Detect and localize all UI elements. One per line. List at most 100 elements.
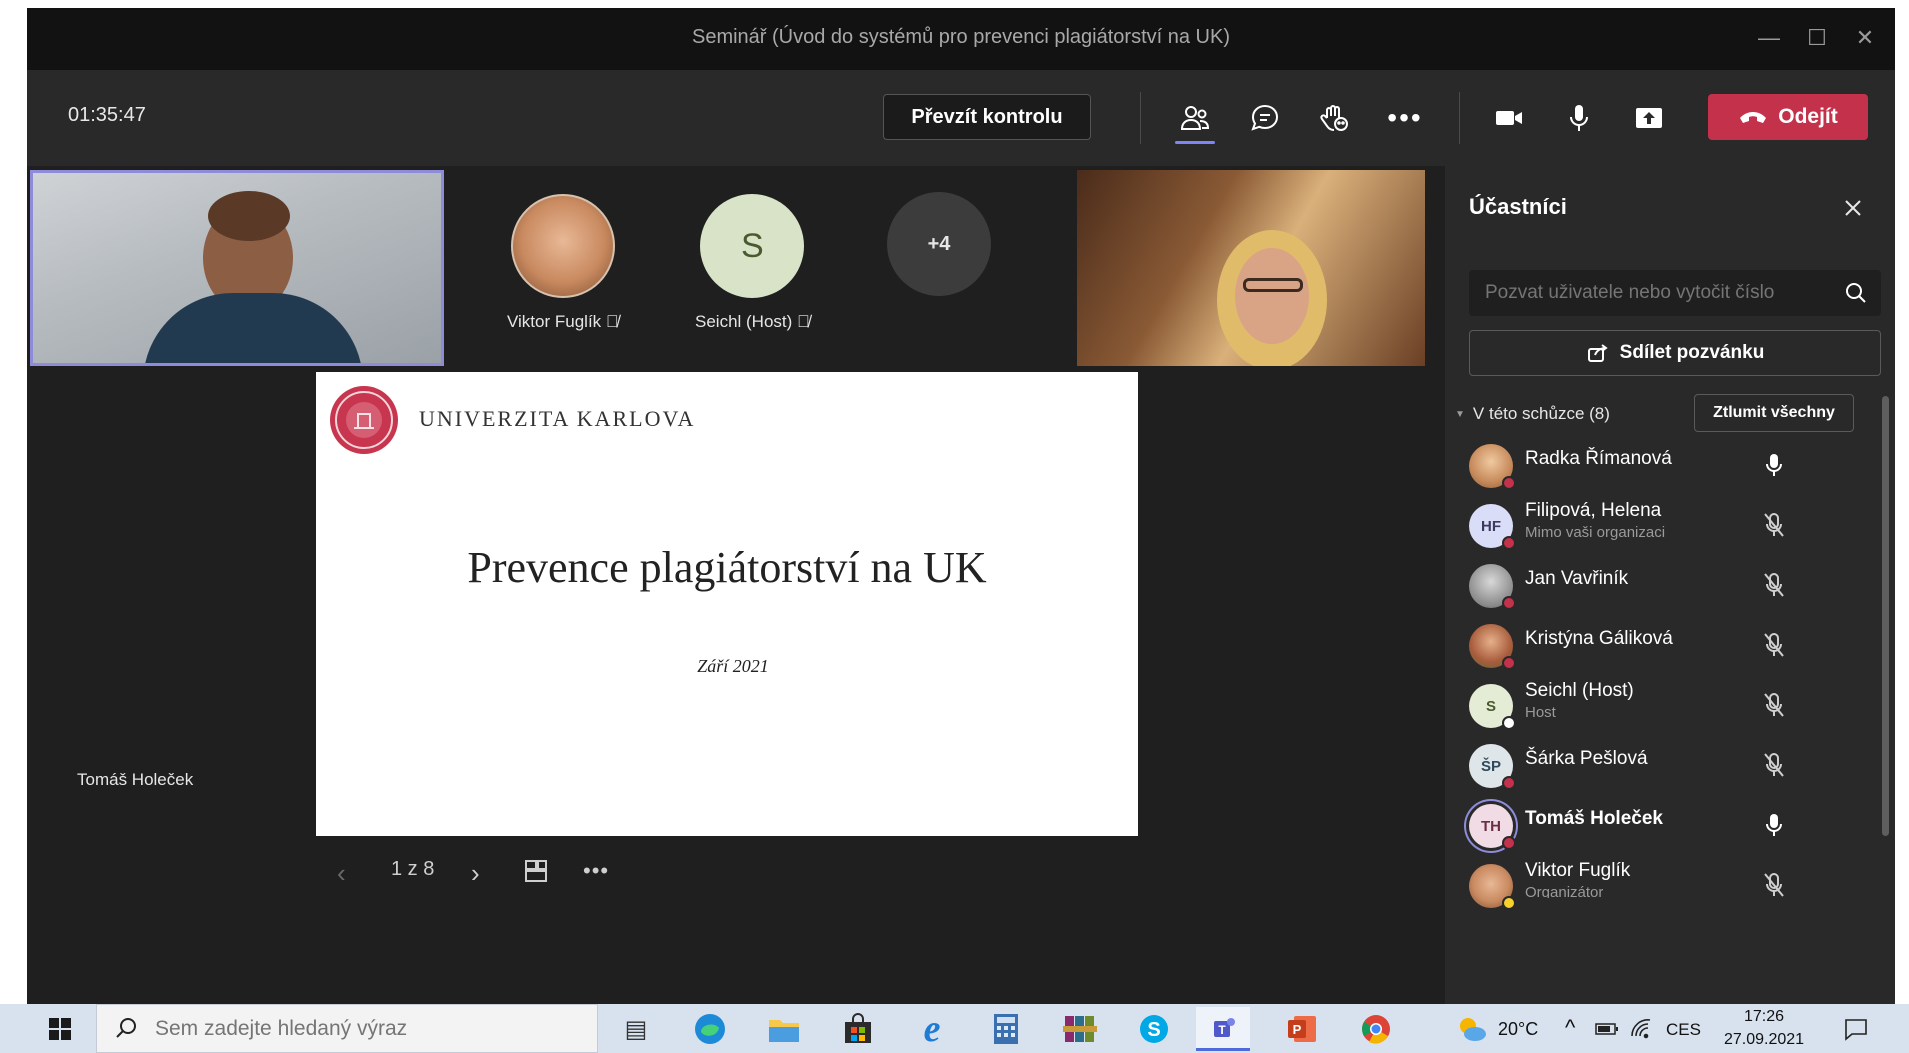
in-meeting-section-toggle[interactable]: ▼ V této schůzce (8) bbox=[1455, 404, 1610, 424]
participant-row[interactable]: TH Tomáš Holeček bbox=[1469, 794, 1869, 854]
participant-name: Kristýna Gáliková bbox=[1525, 628, 1673, 649]
participant-row[interactable]: ŠP Šárka Pešlová bbox=[1469, 734, 1869, 794]
battery-button[interactable] bbox=[1592, 1010, 1622, 1048]
participant-row[interactable]: HF Filipová, Helena Mimo vaši organizaci bbox=[1469, 494, 1869, 554]
status-dot bbox=[1502, 896, 1516, 910]
participant-name: Viktor Fuglík bbox=[1525, 860, 1631, 881]
store-app[interactable] bbox=[838, 1010, 878, 1048]
microphone-button[interactable] bbox=[1553, 92, 1605, 144]
powerpoint-app[interactable]: P bbox=[1282, 1010, 1322, 1048]
teams-app[interactable]: T bbox=[1196, 1007, 1250, 1051]
active-speaker-video[interactable] bbox=[30, 170, 444, 366]
avatar: HF bbox=[1469, 504, 1516, 550]
wifi-button[interactable] bbox=[1626, 1010, 1656, 1048]
window-title: Seminář (Úvod do systémů pro prevenci pl… bbox=[691, 26, 1230, 48]
status-dot bbox=[1502, 536, 1516, 550]
next-slide-button[interactable]: › bbox=[471, 858, 480, 889]
participant-row[interactable]: Radka Římanová bbox=[1469, 434, 1869, 494]
winrar-app[interactable] bbox=[1060, 1010, 1100, 1048]
overflow-participants-tile[interactable]: +4 bbox=[887, 192, 991, 310]
windows-logo-icon bbox=[49, 1018, 71, 1040]
status-dot bbox=[1502, 596, 1516, 610]
toolbar-divider bbox=[1140, 92, 1141, 144]
participant-row[interactable]: Jan Vavřiník bbox=[1469, 554, 1869, 614]
chat-button[interactable] bbox=[1239, 92, 1291, 144]
microphone-off-icon bbox=[1764, 693, 1784, 717]
presentation-slide: UNIVERZITA KARLOVA Prevence plagiátorstv… bbox=[316, 372, 1138, 836]
slides-grid-icon bbox=[525, 860, 547, 882]
toolbar-divider bbox=[1459, 92, 1460, 144]
minimize-button[interactable]: — bbox=[1749, 20, 1789, 56]
ie-icon: e bbox=[923, 1008, 941, 1050]
avatar: S bbox=[1469, 684, 1516, 730]
slide-overview-button[interactable] bbox=[523, 858, 549, 884]
camera-icon bbox=[1496, 111, 1522, 125]
share-tray-icon bbox=[1636, 108, 1662, 128]
clock-date[interactable]: 27.09.2021 bbox=[1720, 1031, 1808, 1049]
calculator-app[interactable] bbox=[986, 1010, 1026, 1048]
input-language[interactable]: CES bbox=[1666, 1020, 1701, 1040]
invite-search-input[interactable] bbox=[1469, 270, 1881, 316]
avatar: TH bbox=[1469, 804, 1516, 850]
sun-cloud-icon bbox=[1460, 1018, 1486, 1041]
participant-subtitle: Organizátor bbox=[1525, 884, 1604, 898]
participant-name: Šárka Pešlová bbox=[1525, 748, 1648, 769]
raise-hand-icon bbox=[1320, 105, 1348, 131]
more-icon: ••• bbox=[583, 858, 610, 883]
notification-center-button[interactable] bbox=[1836, 1010, 1876, 1048]
task-view-button[interactable]: ▤ bbox=[616, 1010, 656, 1048]
meeting-stage: Viktor Fuglík 🎙̸ S Seichl (Host) 🎙̸ +4 U… bbox=[27, 166, 1445, 1004]
store-bag-icon bbox=[845, 1013, 871, 1043]
university-name: UNIVERZITA KARLOVA bbox=[419, 406, 696, 431]
mute-all-button[interactable]: Ztlumit všechny bbox=[1694, 394, 1854, 432]
share-screen-button[interactable] bbox=[1623, 92, 1675, 144]
participant-row[interactable]: Viktor Fuglík Organizátor bbox=[1469, 854, 1869, 914]
university-seal-icon bbox=[330, 386, 398, 454]
more-actions-button[interactable]: ••• bbox=[1379, 92, 1431, 144]
chrome-app[interactable] bbox=[1356, 1010, 1396, 1048]
camera-button[interactable] bbox=[1483, 92, 1535, 144]
status-dot bbox=[1502, 476, 1516, 490]
chevron-up-icon[interactable]: ^ bbox=[1565, 1015, 1575, 1041]
file-explorer-app[interactable] bbox=[764, 1010, 804, 1048]
slide-more-button[interactable]: ••• bbox=[583, 858, 609, 884]
windows-taskbar: ▤ e S T P 20°C ^ CES 17:26 27.09.2021 bbox=[0, 1004, 1909, 1053]
share-invite-button[interactable]: Sdílet pozvánku bbox=[1469, 330, 1881, 376]
reactions-button[interactable] bbox=[1309, 92, 1361, 144]
close-window-button[interactable]: ✕ bbox=[1845, 20, 1885, 56]
more-icon: ••• bbox=[1387, 102, 1423, 133]
participant-row[interactable]: Kristýna Gáliková bbox=[1469, 614, 1869, 674]
previous-slide-button[interactable]: ‹ bbox=[337, 858, 346, 889]
close-panel-button[interactable] bbox=[1833, 188, 1873, 228]
participant-row[interactable]: S Seichl (Host) Host bbox=[1469, 674, 1869, 734]
participant-tile-viktor[interactable]: Viktor Fuglík 🎙̸ bbox=[507, 194, 619, 332]
participant-face bbox=[1235, 248, 1309, 344]
microphone-off-icon bbox=[1764, 753, 1784, 777]
muted-mic-icon: 🎙̸ bbox=[605, 312, 619, 331]
participant-video[interactable] bbox=[1077, 170, 1425, 366]
svg-text:P: P bbox=[1293, 1022, 1302, 1037]
teams-window: Seminář (Úvod do systémů pro prevenci pl… bbox=[27, 8, 1895, 1004]
slide-date: Září 2021 bbox=[697, 656, 769, 676]
powerpoint-icon: P bbox=[1288, 1016, 1316, 1042]
edge-app[interactable] bbox=[690, 1010, 730, 1048]
close-icon bbox=[1845, 200, 1861, 216]
archive-books-icon bbox=[1063, 1016, 1097, 1042]
glasses-icon bbox=[1243, 278, 1303, 292]
maximize-button[interactable]: ☐ bbox=[1797, 20, 1837, 56]
clock-time[interactable]: 17:26 bbox=[1720, 1008, 1808, 1026]
take-control-button[interactable]: Převzít kontrolu bbox=[883, 94, 1091, 140]
svg-text:S: S bbox=[1147, 1019, 1160, 1041]
internet-explorer-app[interactable]: e bbox=[912, 1008, 952, 1050]
participants-button[interactable] bbox=[1169, 92, 1221, 144]
panel-scrollbar[interactable] bbox=[1882, 396, 1889, 836]
start-button[interactable] bbox=[40, 1010, 80, 1048]
skype-app[interactable]: S bbox=[1134, 1010, 1174, 1048]
weather-widget[interactable] bbox=[1452, 1010, 1492, 1048]
participant-tile-seichl[interactable]: S Seichl (Host) 🎙̸ bbox=[695, 194, 810, 332]
participant-name: Tomáš Holeček bbox=[1525, 808, 1663, 829]
leave-button[interactable]: Odejít bbox=[1708, 94, 1868, 140]
status-dot bbox=[1502, 716, 1516, 730]
taskbar-search-input[interactable] bbox=[96, 1004, 598, 1053]
teams-icon: T bbox=[1214, 1017, 1235, 1037]
